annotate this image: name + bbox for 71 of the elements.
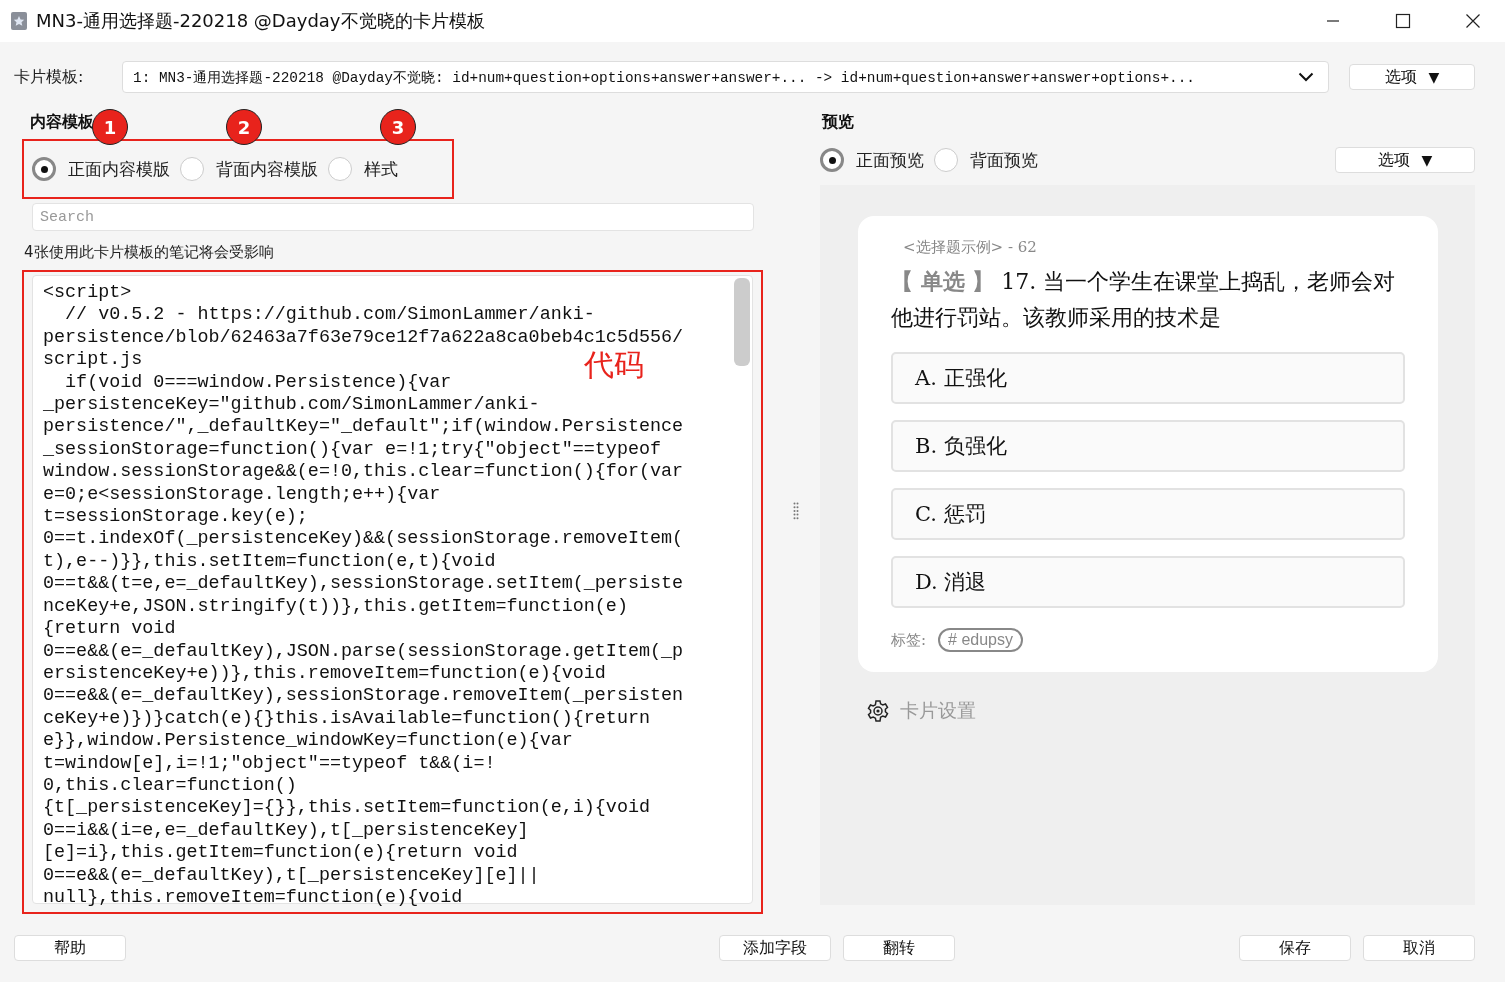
code-line: {t[_persistenceKey]={}},this.setItem=function(e,i){void — [43, 797, 650, 820]
radio-button[interactable] — [32, 157, 56, 181]
maximize-icon[interactable] — [1395, 13, 1411, 29]
tags-label: 标签: — [891, 630, 927, 650]
code-line: _persistenceKey="github.com/SimonLammer/anki- — [43, 394, 540, 417]
number-marker: 2 — [226, 109, 262, 145]
code-line: nceKey+e,JSON.stringify(t))},this.getItem=function(e) — [43, 595, 628, 619]
number-marker: 1 — [92, 109, 128, 145]
number-marker: 3 — [380, 109, 416, 145]
code-line: if(void 0===window.Persistence){var — [64, 371, 452, 395]
scrollbar-thumb[interactable] — [734, 278, 750, 366]
code-line: <script> — [43, 282, 132, 305]
code-line: 0==t&&(t=e,e=_defaultKey),sessionStorage.setItem(_persiste — [43, 573, 684, 596]
code-line: persistence/blob/62463a7f63e79ce12f7a622a8ca0beb4c1c5d556/ — [43, 326, 684, 350]
code-line: window.sessionStorage&&(e=!0,this.clear=function(){for(var — [43, 461, 684, 484]
search-field[interactable]: Search — [32, 203, 754, 231]
options-button[interactable]: 选项 ▼ — [1349, 64, 1475, 90]
code-line: 0==e&&(e=_defaultKey),t[_persistenceKey][e]|| — [43, 864, 540, 887]
annotation-label: 代码 — [584, 350, 644, 380]
code-line: ceKey+e)})}catch(e){}this.isAvailable=function(){return — [43, 707, 650, 731]
radio-option[interactable]: 背面预览 — [934, 148, 1038, 172]
radio-button[interactable] — [180, 157, 204, 181]
question-text: 【 单选 】 17. 当一个学生在课堂上捣乱，老师会对他进行罚站。该教师采用的技术是 — [891, 267, 1397, 332]
footer-button[interactable]: 翻转 — [842, 935, 955, 961]
code-line: {return void — [43, 618, 176, 641]
code-line: script.js — [43, 349, 143, 372]
code-line: 0==i&&(i=e,e=_defaultKey),t[_persistenceKey] — [43, 819, 529, 843]
code-line: t),e--)}},this.setItem=function(e,t){void — [43, 550, 496, 574]
footer-button[interactable]: 添加字段 — [718, 935, 831, 961]
radio-option[interactable]: 样式 — [328, 157, 398, 181]
code-line: [e]=i},this.getItem=function(e){return void — [43, 842, 518, 865]
answer-option[interactable]: A. 正强化 — [891, 352, 1405, 404]
window-title: MN3-通用选择题-220218 @Dayday不觉晓的卡片模板 — [36, 9, 485, 33]
chevron-icon — [1298, 72, 1314, 82]
help-button[interactable]: 帮助 — [14, 935, 126, 961]
code-line: // v0.5.2 - https://github.com/SimonLammer/anki- — [64, 304, 595, 327]
affected-notes-text: 4张使用此卡片模板的笔记将会受影响 — [24, 243, 275, 262]
radio-option[interactable]: 正面内容模版 — [32, 157, 170, 181]
note-type-dropdown[interactable]: 1: MN3-通用选择题-220218 @Dayday不觉晓: id+num+question+options+answer+answer+... -> id+num+question+answer+answer+options+... — [122, 61, 1329, 93]
code-line: 0,this.clear=function() — [43, 774, 297, 798]
answer-option[interactable]: B. 负强化 — [891, 420, 1405, 472]
code-line: persistence/",_defaultKey="_default";if(window.Persistence — [43, 416, 684, 439]
code-line: t=window[e],i=!1;"object"==typeof t&&(i=! — [43, 752, 496, 775]
tag-chip[interactable]: # edupsy — [938, 628, 1023, 652]
section-heading: 内容模板 — [29, 112, 94, 133]
splitter-handle-icon[interactable] — [793, 502, 799, 520]
code-line: t=sessionStorage.key(e); — [43, 506, 308, 529]
code-line: e=0;e<sessionStorage.length;e++){var — [43, 483, 441, 507]
code-line: null},this.removeItem=function(e){void — [43, 886, 463, 910]
section-heading: 预览 — [820, 112, 854, 133]
radio-button[interactable] — [934, 148, 958, 172]
answer-option[interactable]: C. 惩罚 — [891, 488, 1405, 540]
code-line: 0==e&&(e=_defaultKey),sessionStorage.removeItem(_persisten — [43, 685, 684, 708]
answer-option[interactable]: D. 消退 — [891, 556, 1405, 608]
deck-label: <选择题示例> - 62 — [902, 238, 1038, 257]
radio-option[interactable]: 正面预览 — [820, 148, 924, 172]
footer-button[interactable]: 取消 — [1363, 935, 1475, 961]
close-icon[interactable] — [1465, 13, 1481, 29]
note-type-label: 卡片模板: — [14, 66, 85, 88]
radio-option[interactable]: 背面内容模版 — [180, 157, 318, 181]
code-line: ersistenceKey+e))},this.removeItem=function(e){void — [43, 662, 606, 686]
code-line: _sessionStorage=function(){var e=!1;try{"object"==typeof — [43, 438, 662, 462]
radio-button[interactable] — [328, 157, 352, 181]
radio-button[interactable] — [820, 148, 844, 172]
app-icon — [10, 11, 28, 31]
options-button[interactable]: 选项 ▼ — [1335, 147, 1475, 173]
code-line: e}},window.Persistence_windowKey=function(e){var — [43, 730, 573, 753]
footer-button[interactable]: 保存 — [1239, 935, 1351, 961]
settings-icon[interactable] — [866, 699, 890, 723]
code-line: 0==e&&(e=_defaultKey),JSON.parse(sessionStorage.getItem(_p — [43, 640, 684, 663]
code-line: 0==t.indexOf(_persistenceKey)&&(sessionStorage.removeItem( — [43, 528, 684, 551]
